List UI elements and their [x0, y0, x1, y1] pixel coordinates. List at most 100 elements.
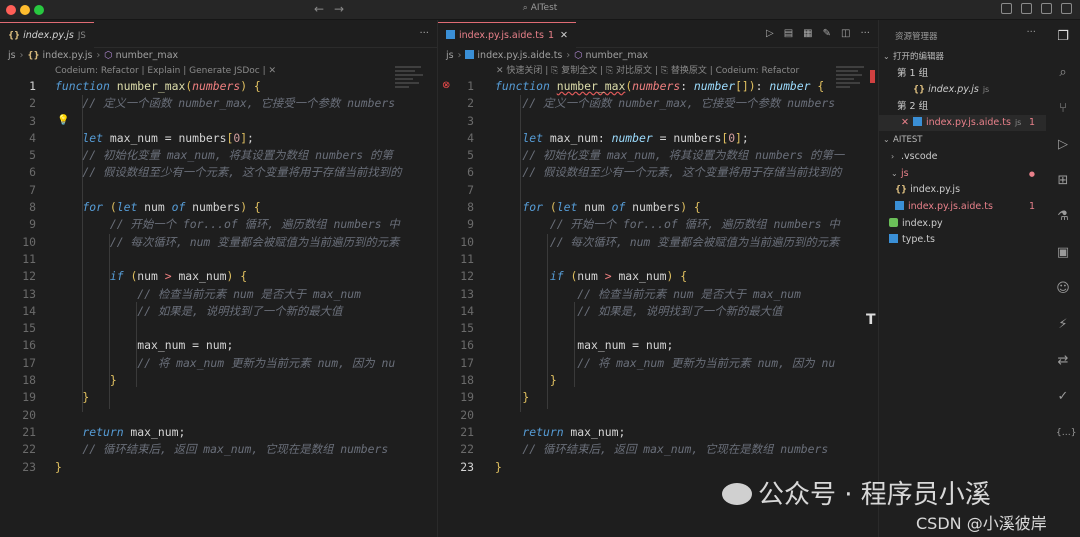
editor-group-1: {} index.py.js JS ··· js ›{} index.py.js › ⬡ …	[0, 20, 438, 537]
edit-icon[interactable]: ✎	[823, 28, 831, 39]
copilot-icon[interactable]: ☺	[1056, 282, 1070, 296]
code-line[interactable]: 8 for (let num of numbers) {	[438, 199, 878, 216]
code-line[interactable]: 11	[0, 251, 437, 268]
code-line[interactable]: 4 let max_num: number = numbers[0];	[438, 130, 878, 147]
close-icon[interactable]: ✕	[901, 117, 909, 128]
json-icon[interactable]: {…}	[1056, 426, 1076, 440]
breadcrumb-symbol[interactable]: number_max	[116, 50, 179, 61]
code-line[interactable]: 6 // 假设数组至少有一个元素, 这个变量将用于存储当前找到的	[0, 164, 437, 181]
open-editors-section[interactable]: ⌄ 打开的编辑器	[879, 49, 1047, 65]
remote-icon[interactable]: ⇄	[1056, 354, 1070, 368]
split-editor-icon[interactable]: ◫	[841, 28, 850, 39]
check-icon[interactable]: ✓	[1056, 390, 1070, 404]
search-icon[interactable]: ⌕	[1056, 66, 1070, 80]
code-line[interactable]: 14 // 如果是, 说明找到了一个新的最大值	[0, 303, 437, 320]
tab-index-py-js-aide-ts[interactable]: index.py.js.aide.ts 1 ✕	[438, 22, 576, 48]
tree-item-type-ts[interactable]: type.ts	[879, 232, 1047, 248]
run-debug-icon[interactable]: ▷	[1056, 138, 1070, 152]
code-line[interactable]: 16 max_num = num;	[0, 337, 437, 354]
code-line[interactable]: 5 // 初始化变量 max_num, 将其设置为数组 numbers 的第一	[438, 147, 878, 164]
more-actions-icon[interactable]: ···	[1026, 27, 1036, 38]
breadcrumb-file[interactable]: index.py.js	[43, 50, 93, 61]
code-line[interactable]: 6 // 假设数组至少有一个元素, 这个变量将用于存储当前找到的	[438, 164, 878, 181]
run-icon[interactable]: ▷	[766, 28, 774, 39]
code-line[interactable]: 2 // 定义一个函数 number_max, 它接受一个参数 numbers	[438, 95, 878, 112]
code-line[interactable]: 15	[0, 320, 437, 337]
code-line[interactable]: 7	[0, 182, 437, 199]
code-line[interactable]: 18 }	[438, 372, 878, 389]
window-title[interactable]: ⌕ AITest	[0, 3, 1080, 13]
extensions-icon[interactable]: ⊞	[1056, 174, 1070, 188]
code-editor-right[interactable]: 1 function number_max(numbers: number[]):…	[438, 78, 878, 476]
code-line[interactable]: 10 // 每次循环, num 变量都会被赋值为当前遍历到的元素	[0, 234, 437, 251]
codelens-actions[interactable]: ✕ 快速关闭 | ⎘ 复制全文 | ⎘ 对比原文 | ⎘ 替换原文 | Code…	[496, 64, 799, 78]
js-file-icon: {}	[8, 31, 21, 41]
code-line[interactable]: 21 return max_num;	[0, 424, 437, 441]
code-line[interactable]: 8 for (let num of numbers) {	[0, 199, 437, 216]
close-tab-icon[interactable]: ✕	[560, 30, 568, 41]
code-line[interactable]: 13 // 检查当前元素 num 是否大于 max_num	[438, 286, 878, 303]
code-line[interactable]: 1 function number_max(numbers: number[]):…	[438, 78, 878, 95]
code-line[interactable]: 17 // 将 max_num 更新为当前元素 num, 因为 nu	[438, 355, 878, 372]
code-line[interactable]: 19 }	[438, 389, 878, 406]
code-line[interactable]: 22 // 循环结束后, 返回 max_num, 它现在是数组 numbers	[0, 441, 437, 458]
tree-item-aide-ts[interactable]: index.py.js.aide.ts 1	[879, 199, 1047, 215]
ts-file-icon	[912, 117, 922, 126]
tree-item-vscode[interactable]: › .vscode	[879, 149, 1047, 165]
code-line[interactable]: 10 // 每次循环, num 变量都会被赋值为当前遍历到的元素	[438, 234, 878, 251]
code-line[interactable]: 3	[438, 113, 878, 130]
code-line[interactable]: 9 // 开始一个 for...of 循环, 遍历数组 numbers 中	[0, 216, 437, 233]
code-line[interactable]: 23}	[0, 459, 437, 476]
more-actions-icon[interactable]: ···	[419, 28, 429, 39]
docker-icon[interactable]: ▣	[1056, 246, 1070, 260]
code-text: // 将 max_num 更新为当前元素 num, 因为 nu	[55, 355, 396, 370]
group-2-header[interactable]: 第 2 组	[879, 99, 1047, 115]
codelens[interactable]: Codeium: Refactor | Explain | Generate J…	[55, 64, 276, 78]
toggle-primary-sidebar-icon[interactable]	[1001, 3, 1012, 14]
tab-index-py-js[interactable]: {} index.py.js JS	[0, 22, 94, 48]
tree-item-js[interactable]: ⌄ js ●	[879, 166, 1047, 182]
code-line[interactable]: 12 if (num > max_num) {	[0, 268, 437, 285]
code-line[interactable]: 2 // 定义一个函数 number_max, 它接受一个参数 numbers	[0, 95, 437, 112]
code-line[interactable]: 20	[438, 407, 878, 424]
code-line[interactable]: 5 // 初始化变量 max_num, 将其设置为数组 numbers 的第	[0, 147, 437, 164]
explorer-icon[interactable]: ❐	[1056, 30, 1070, 44]
tree-item-index-py-js[interactable]: {} index.py.js	[879, 182, 1047, 198]
breadcrumb-symbol[interactable]: number_max	[586, 50, 649, 61]
more-actions-icon[interactable]: ···	[860, 28, 870, 39]
customize-layout-icon[interactable]	[1061, 3, 1072, 14]
source-control-icon[interactable]: ⑂	[1056, 102, 1070, 116]
breadcrumb-folder[interactable]: js	[446, 50, 454, 61]
code-line[interactable]: 13 // 检查当前元素 num 是否大于 max_num	[0, 286, 437, 303]
code-line[interactable]: 7	[438, 182, 878, 199]
code-line[interactable]: 17 // 将 max_num 更新为当前元素 num, 因为 nu	[0, 355, 437, 372]
code-line[interactable]: 3	[0, 113, 437, 130]
open-editor-index-py-js[interactable]: {} index.py.js js	[879, 82, 1047, 98]
code-line[interactable]: 4 let max_num = numbers[0];	[0, 130, 437, 147]
toggle-secondary-sidebar-icon[interactable]	[1041, 3, 1052, 14]
code-editor-left[interactable]: 1 function number_max(numbers) {2 // 定义一个…	[0, 78, 437, 476]
project-section[interactable]: ⌄ AITEST	[879, 132, 1047, 148]
code-line[interactable]: 12 if (num > max_num) {	[438, 268, 878, 285]
code-line[interactable]: 16 max_num = num;	[438, 337, 878, 354]
code-line[interactable]: 9 // 开始一个 for...of 循环, 遍历数组 numbers 中	[438, 216, 878, 233]
breadcrumb-file[interactable]: index.py.js.aide.ts	[477, 50, 562, 61]
code-line[interactable]: 15	[438, 320, 878, 337]
toggle-panel-icon[interactable]	[1021, 3, 1032, 14]
group-1-header[interactable]: 第 1 组	[879, 66, 1047, 82]
code-line[interactable]: 14 // 如果是, 说明找到了一个新的最大值	[438, 303, 878, 320]
code-line[interactable]: 21 return max_num;	[438, 424, 878, 441]
tree-item-index-py[interactable]: index.py	[879, 216, 1047, 232]
compare-icon[interactable]: ▦	[803, 28, 812, 39]
testing-icon[interactable]: ⚗	[1056, 210, 1070, 224]
list-icon[interactable]: ▤	[784, 28, 793, 39]
code-line[interactable]: 22 // 循环结束后, 返回 max_num, 它现在是数组 numbers	[438, 441, 878, 458]
codeium-icon[interactable]: ⚡	[1056, 318, 1070, 332]
breadcrumb-folder[interactable]: js	[8, 50, 16, 61]
code-line[interactable]: 18 }	[0, 372, 437, 389]
open-editor-aide-ts[interactable]: ✕ index.py.js.aide.ts js 1	[879, 115, 1047, 131]
code-line[interactable]: 1 function number_max(numbers) {	[0, 78, 437, 95]
code-line[interactable]: 20	[0, 407, 437, 424]
code-line[interactable]: 11	[438, 251, 878, 268]
code-line[interactable]: 19 }	[0, 389, 437, 406]
